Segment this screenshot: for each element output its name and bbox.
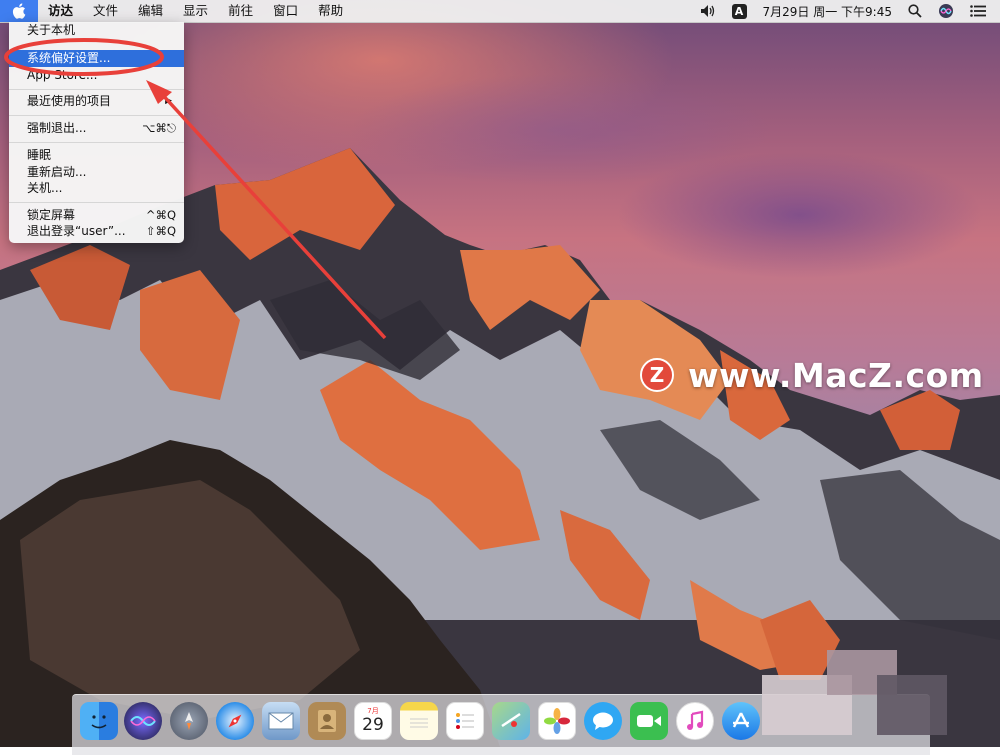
maps-icon[interactable] bbox=[492, 702, 530, 740]
highlight-ellipse bbox=[4, 38, 164, 76]
calendar-icon[interactable]: 7月 29 bbox=[354, 702, 392, 740]
launchpad-icon[interactable] bbox=[170, 702, 208, 740]
facetime-icon[interactable] bbox=[630, 702, 668, 740]
messages-icon[interactable] bbox=[584, 702, 622, 740]
dock: 7月 29 bbox=[72, 650, 947, 755]
macz-logo-icon: Z bbox=[640, 358, 674, 392]
itunes-icon[interactable] bbox=[676, 702, 714, 740]
safari-icon[interactable] bbox=[216, 702, 254, 740]
siri-icon[interactable] bbox=[124, 702, 162, 740]
annotation-arrow bbox=[158, 90, 387, 340]
calendar-day: 29 bbox=[362, 715, 384, 735]
watermark-text: www.MacZ.com bbox=[688, 355, 984, 395]
notes-icon[interactable] bbox=[400, 702, 438, 740]
reminders-icon[interactable] bbox=[446, 702, 484, 740]
contacts-icon[interactable] bbox=[308, 702, 346, 740]
app-store-icon[interactable] bbox=[722, 702, 760, 740]
obscured-area bbox=[877, 675, 947, 735]
photos-icon[interactable] bbox=[538, 702, 576, 740]
watermark: Z www.MacZ.com bbox=[640, 355, 984, 395]
finder-icon[interactable] bbox=[80, 702, 118, 740]
mail-icon[interactable] bbox=[262, 702, 300, 740]
